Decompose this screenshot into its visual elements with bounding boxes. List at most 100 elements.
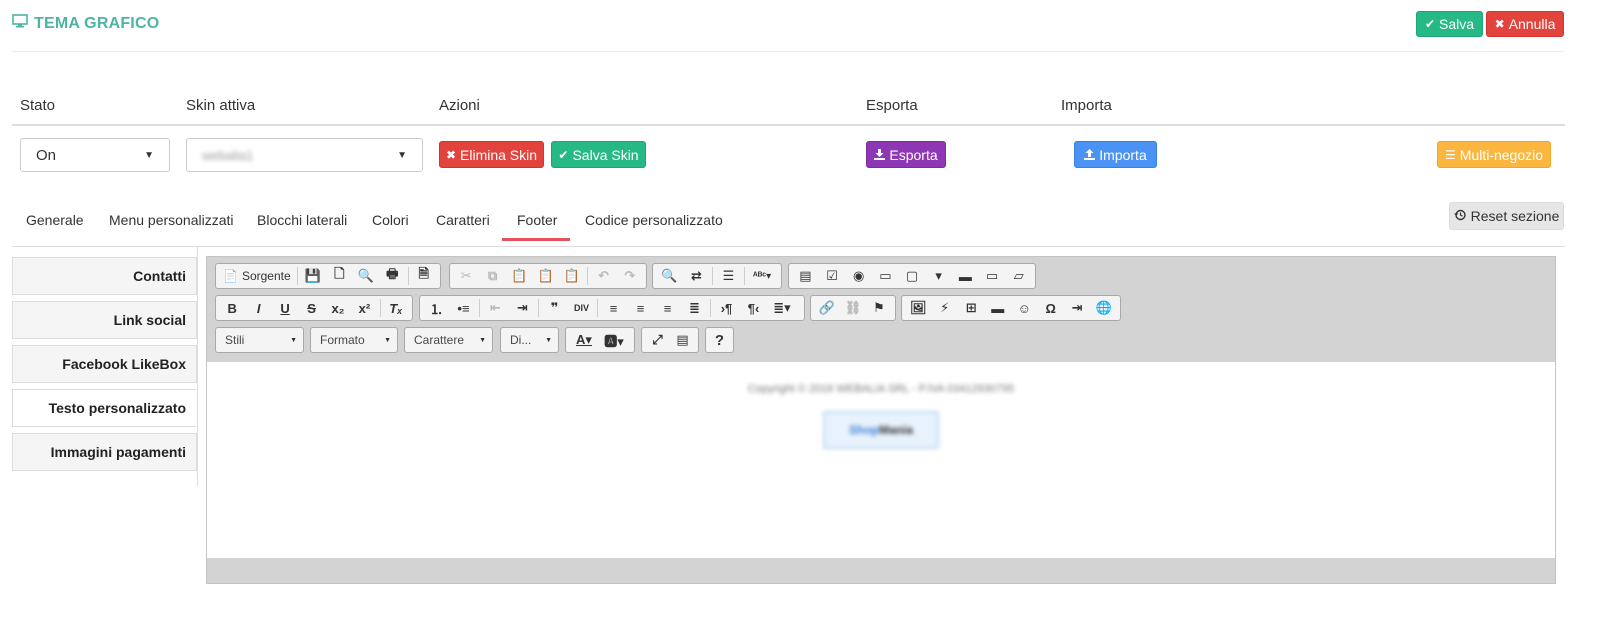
strikethrough-icon[interactable]: S [298,297,324,319]
text-color-icon[interactable]: A▾ [569,329,599,351]
undo-icon[interactable]: ↶ [590,265,616,287]
side-item-facebook-likebox[interactable]: Facebook LikeBox [12,345,197,383]
tab-generale[interactable]: Generale [26,212,84,228]
align-right-icon[interactable]: ≡ [654,297,681,319]
italic-icon[interactable]: I [245,297,271,319]
format-combo[interactable]: Formato ▼ [310,327,398,353]
stato-select[interactable]: On ▼ [20,138,170,172]
tab-footer[interactable]: Footer [517,212,557,228]
redo-icon[interactable]: ↷ [617,265,643,287]
remove-format-icon[interactable]: Tₓ [383,297,409,319]
smiley-icon[interactable]: ☺ [1011,297,1038,319]
toolbar-document-group: 📄 Sorgente 💾 🗋 🔍 🖶 🗎 [215,263,441,289]
save-icon[interactable]: 💾 [300,265,326,287]
cancel-button[interactable]: ✖ Annulla [1486,11,1564,37]
save-skin-button[interactable]: ✔ Salva Skin [551,141,646,168]
checkbox-icon[interactable]: ☑ [819,265,846,287]
toolbar-separator [710,299,711,317]
caret-down-icon: ▼ [290,336,297,344]
page-break-icon[interactable]: ⇥ [1064,297,1091,319]
replace-icon[interactable]: ⇄ [683,265,710,287]
help-icon[interactable]: ? [709,329,730,351]
skin-select[interactable]: webalia1 ▼ [186,138,423,172]
toolbar-help-group: ? [705,327,734,353]
tab-codice-personalizzato[interactable]: Codice personalizzato [585,212,723,228]
background-color-icon[interactable]: 🅰▾ [599,329,629,351]
subscript-icon[interactable]: x₂ [325,297,351,319]
source-button[interactable]: 📄 Sorgente [219,265,295,287]
templates-icon[interactable]: 🗎 [411,265,437,287]
footer-copyright-text: Copyright © 2016 WEBALIA SRL - P.IVA 034… [747,383,1015,395]
side-item-testo-personalizzato[interactable]: Testo personalizzato [12,389,197,427]
format-combo-label: Formato [320,333,365,347]
reset-section-button[interactable]: Reset sezione [1449,202,1564,230]
font-size-combo[interactable]: Di... ▼ [500,327,559,353]
shop-logo-image: Shop Mania [823,411,939,449]
special-char-icon[interactable]: Ω [1038,297,1065,319]
select-field-icon[interactable]: ▾ [925,265,952,287]
radio-icon[interactable]: ◉ [845,265,872,287]
maximize-icon[interactable]: ⤢ [645,329,670,351]
paste-icon[interactable]: 📋 [506,265,532,287]
align-center-icon[interactable]: ≡ [627,297,654,319]
numbered-list-icon[interactable]: ⒈ [423,297,450,319]
outdent-icon[interactable]: ⇤ [482,297,509,319]
select-all-icon[interactable]: ☰ [715,265,742,287]
side-item-link-social[interactable]: Link social [12,301,197,339]
tab-colori[interactable]: Colori [372,212,409,228]
textfield-icon[interactable]: ▭ [872,265,899,287]
anchor-flag-icon[interactable]: ⚑ [866,297,892,319]
language-icon[interactable]: ≣▾ [767,297,797,319]
hidden-field-icon[interactable]: ▱ [1005,265,1032,287]
save-button[interactable]: ✔ Salva [1416,11,1483,37]
print-icon[interactable]: 🖶 [379,265,405,287]
import-label: Importa [1099,146,1147,163]
toolbar-separator [597,299,598,317]
bulleted-list-icon[interactable]: •≡ [450,297,477,319]
new-page-icon[interactable]: 🗋 [326,265,352,287]
link-icon[interactable]: 🔗 [814,297,840,319]
find-icon[interactable]: 🔍 [656,265,683,287]
rtl-icon[interactable]: ¶‹ [740,297,767,319]
import-button[interactable]: Importa [1074,141,1157,168]
image-icon[interactable]: 🖼 [905,297,932,319]
indent-icon[interactable]: ⇥ [509,297,536,319]
show-blocks-icon[interactable]: ▤ [670,329,695,351]
tab-blocchi-laterali[interactable]: Blocchi laterali [257,212,347,228]
blockquote-icon[interactable]: ❞ [541,297,568,319]
superscript-icon[interactable]: x² [351,297,377,319]
styles-combo[interactable]: Stili ▼ [215,327,304,353]
page-title: TEMA GRAFICO [12,14,159,33]
logo-part2: Mania [878,423,913,437]
iframe-globe-icon[interactable]: 🌐 [1091,297,1118,319]
side-item-immagini-pagamenti[interactable]: Immagini pagamenti [12,433,197,471]
multistore-button[interactable]: ☰ Multi-negozio [1437,141,1551,168]
side-item-contatti[interactable]: Contatti [12,257,197,295]
font-combo[interactable]: Carattere ▼ [404,327,493,353]
flash-icon[interactable]: ⚡ [932,297,959,319]
textarea-icon[interactable]: ▢ [899,265,926,287]
preview-icon[interactable]: 🔍 [353,265,379,287]
cut-icon[interactable]: ✂ [453,265,479,287]
paste-text-icon[interactable]: 📋 [532,265,558,287]
ltr-icon[interactable]: ›¶ [713,297,740,319]
button-field-icon[interactable]: ▬ [952,265,979,287]
justify-icon[interactable]: ≣ [681,297,708,319]
bold-icon[interactable]: B [219,297,245,319]
table-icon[interactable]: ⊞ [958,297,985,319]
delete-skin-button[interactable]: ✖ Elimina Skin [439,141,544,168]
form-icon[interactable]: ▤ [792,265,819,287]
spellcheck-icon[interactable]: ᴬᴮᶜ▾ [747,265,777,287]
image-button-icon[interactable]: ▭ [979,265,1006,287]
paste-word-icon[interactable]: 📋 [559,265,585,287]
unlink-icon[interactable]: ⛓ [840,297,866,319]
tab-caratteri[interactable]: Caratteri [436,212,490,228]
copy-icon[interactable]: ⧉ [479,265,505,287]
tab-menu-personalizzati[interactable]: Menu personalizzati [109,212,234,228]
export-label: Esporta [889,146,938,163]
div-container-icon[interactable]: DIV [568,297,595,319]
underline-icon[interactable]: U [272,297,298,319]
align-left-icon[interactable]: ≡ [600,297,627,319]
export-button[interactable]: Esporta [866,141,946,168]
horizontal-line-icon[interactable]: ▬ [985,297,1012,319]
